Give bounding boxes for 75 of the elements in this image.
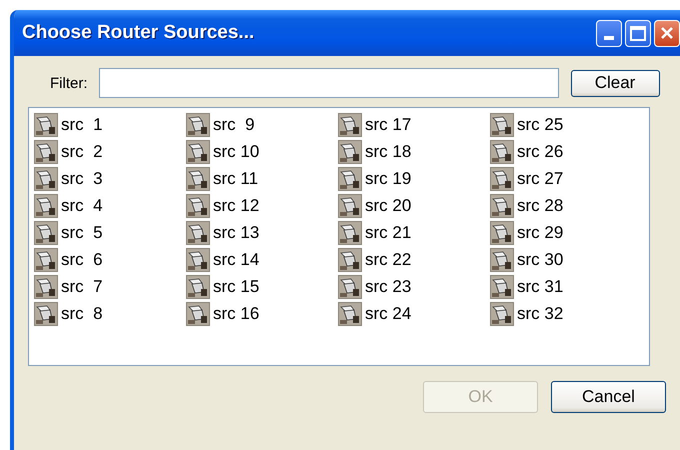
source-item[interactable]: src 7 [61,276,103,296]
connector-icon [490,248,514,272]
connector-icon [186,194,210,218]
connector-icon [338,112,362,136]
source-item[interactable]: src 1 [61,114,103,134]
maximize-button[interactable] [625,20,651,46]
source-item[interactable]: src 6 [61,250,103,270]
source-item[interactable]: src 27 [517,168,564,188]
connector-icon [338,140,362,164]
source-item[interactable]: src 8 [61,304,103,324]
source-item[interactable]: src 25 [517,114,564,134]
connector-icon [186,112,210,136]
source-item[interactable]: src 20 [365,196,412,216]
source-item[interactable]: src 13 [213,222,260,242]
connector-icon [34,274,58,298]
connector-icon [338,274,362,298]
source-item[interactable]: src 12 [213,196,260,216]
connector-icon [34,248,58,272]
source-item[interactable]: src 15 [213,276,260,296]
connector-icon [186,302,210,326]
source-item[interactable]: src 3 [61,168,103,188]
window-title: Choose Router Sources... [22,22,256,44]
close-button[interactable] [654,20,680,46]
source-item[interactable]: src 19 [365,168,412,188]
source-item[interactable]: src 9 [213,114,255,134]
connector-icon [34,112,58,136]
source-item[interactable]: src 17 [365,114,412,134]
source-item[interactable]: src 4 [61,196,103,216]
source-item[interactable]: src 28 [517,196,564,216]
source-item[interactable]: src 11 [213,168,258,188]
connector-icon [186,166,210,190]
connector-icon [34,166,58,190]
dialog-button[interactable]: Cancel [551,381,666,413]
connector-icon [338,166,362,190]
filter-field[interactable] [98,68,558,98]
connector-icon [490,140,514,164]
connector-icon [186,140,210,164]
connector-icon [338,302,362,326]
close-icon [660,26,674,40]
maximize-icon [630,26,646,40]
connector-icon [490,112,514,136]
connector-icon [338,220,362,244]
connector-icon [490,220,514,244]
connector-icon [34,220,58,244]
source-item[interactable]: src 16 [213,304,260,324]
source-item[interactable]: src 2 [61,142,103,162]
minimize-icon [604,36,614,40]
source-item[interactable]: src 26 [517,142,564,162]
source-item[interactable]: src 31 [517,276,564,296]
connector-icon [34,302,58,326]
connector-icon [186,274,210,298]
source-item[interactable]: src 30 [517,250,564,270]
source-item[interactable]: src 24 [365,304,412,324]
source-item[interactable]: src 21 [365,222,412,242]
source-item[interactable]: src 18 [365,142,412,162]
connector-icon [490,166,514,190]
connector-icon [338,248,362,272]
connector-icon [186,248,210,272]
connector-icon [186,220,210,244]
connector-icon [490,194,514,218]
source-item[interactable]: src 14 [213,250,260,270]
minimize-button[interactable] [596,20,622,46]
connector-icon [490,302,514,326]
source-item[interactable]: src 29 [517,222,564,242]
filter-label: Filter: [50,74,88,92]
source-item[interactable]: src 5 [61,222,103,242]
source-item[interactable]: src 22 [365,250,412,270]
connector-icon [490,274,514,298]
source-item[interactable]: src 10 [213,142,260,162]
clear-button[interactable]: Clear [570,70,660,96]
connector-icon [338,194,362,218]
source-item[interactable]: src 32 [517,304,564,324]
connector-icon [34,194,58,218]
connector-icon [34,140,58,164]
source-item[interactable]: src 23 [365,276,412,296]
